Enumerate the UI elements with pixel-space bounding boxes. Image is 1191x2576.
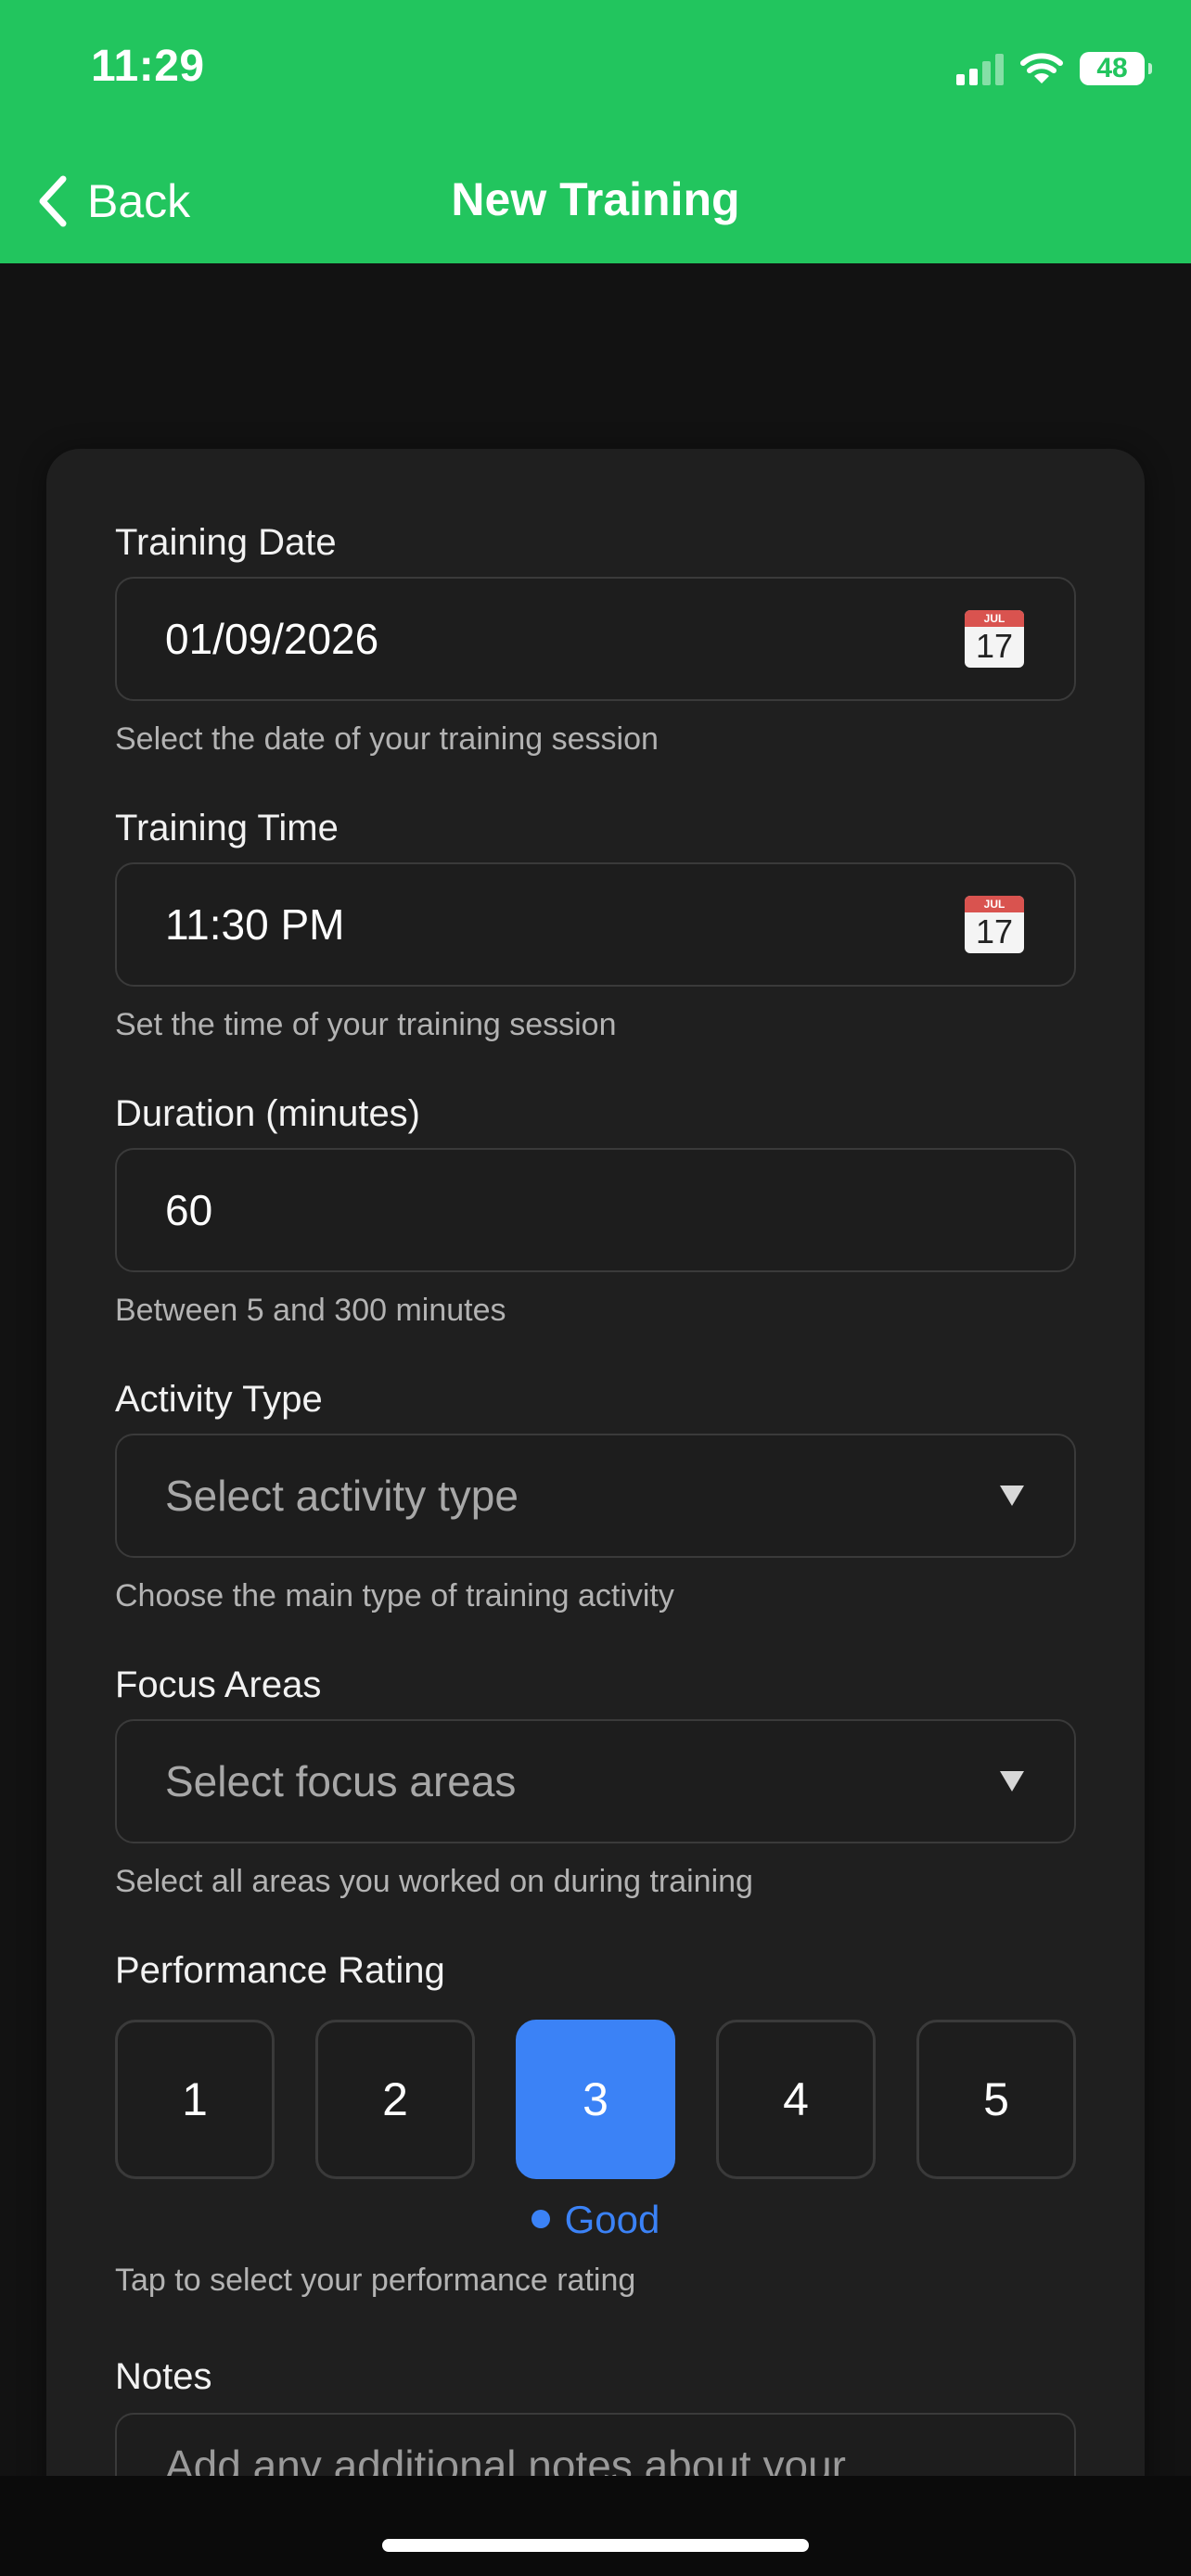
performance-rating-label: Performance Rating <box>115 1950 445 1991</box>
activity-type-select[interactable]: Select activity type <box>115 1434 1076 1558</box>
training-time-field: Training Time 11:30 PM JUL 17 Set the ti… <box>115 805 1076 1042</box>
focus-areas-select[interactable]: Select focus areas <box>115 1719 1076 1843</box>
duration-hint: Between 5 and 300 minutes <box>115 1293 506 1328</box>
status-time: 11:29 <box>91 42 205 91</box>
battery-icon: 48 <box>1080 52 1152 85</box>
training-date-label: Training Date <box>115 522 337 563</box>
activity-type-field: Activity Type Select activity type Choos… <box>115 1376 1076 1613</box>
training-time-input[interactable]: 11:30 PM JUL 17 <box>115 862 1076 987</box>
rating-options: 1 2 3 4 5 <box>115 2020 1076 2179</box>
focus-areas-placeholder: Select focus areas <box>165 1757 517 1805</box>
focus-areas-hint: Select all areas you worked on during tr… <box>115 1864 753 1899</box>
header-bar: 11:29 48 Back New Training <box>0 0 1191 263</box>
rating-button-3[interactable]: 3 <box>516 2020 675 2179</box>
training-date-value: 01/09/2026 <box>165 615 379 663</box>
rating-status: Good <box>115 2198 1076 2242</box>
dropdown-arrow-icon <box>1000 1771 1024 1792</box>
focus-areas-label: Focus Areas <box>115 1664 322 1705</box>
dropdown-arrow-icon <box>1000 1486 1024 1506</box>
notes-field: Notes Add any additional notes about you… <box>115 2353 1076 2576</box>
page-title: New Training <box>451 173 740 225</box>
duration-field: Duration (minutes) 60 Between 5 and 300 … <box>115 1090 1076 1328</box>
cellular-signal-icon <box>956 52 1004 85</box>
calendar-icon[interactable]: JUL 17 <box>965 610 1024 668</box>
training-date-hint: Select the date of your training session <box>115 721 659 757</box>
status-dot-icon <box>531 2209 550 2228</box>
battery-level: 48 <box>1096 53 1128 83</box>
rating-button-1[interactable]: 1 <box>115 2020 275 2179</box>
home-indicator[interactable] <box>382 2539 809 2552</box>
status-icons: 48 <box>956 48 1152 89</box>
training-date-input[interactable]: 01/09/2026 JUL 17 <box>115 577 1076 701</box>
duration-input[interactable]: 60 <box>115 1148 1076 1272</box>
training-date-field: Training Date 01/09/2026 JUL 17 Select t… <box>115 519 1076 757</box>
activity-type-label: Activity Type <box>115 1379 323 1420</box>
wifi-icon <box>1020 53 1063 83</box>
screen: 11:29 48 Back New Training Training Date… <box>0 0 1191 2576</box>
rating-button-4[interactable]: 4 <box>716 2020 876 2179</box>
training-form-card: Training Date 01/09/2026 JUL 17 Select t… <box>46 449 1145 2576</box>
rating-status-text: Good <box>564 2198 660 2241</box>
training-time-label: Training Time <box>115 808 339 848</box>
rating-button-5[interactable]: 5 <box>916 2020 1076 2179</box>
calendar-icon[interactable]: JUL 17 <box>965 896 1024 953</box>
notes-label: Notes <box>115 2356 212 2397</box>
focus-areas-field: Focus Areas Select focus areas Select al… <box>115 1662 1076 1899</box>
performance-rating-field: Performance Rating 1 2 3 4 5 Good Tap to… <box>115 1947 1076 2298</box>
training-time-value: 11:30 PM <box>165 900 345 949</box>
bottom-bar <box>0 2476 1191 2576</box>
duration-value: 60 <box>165 1186 213 1234</box>
rating-button-2[interactable]: 2 <box>315 2020 475 2179</box>
duration-label: Duration (minutes) <box>115 1093 421 1134</box>
activity-type-placeholder: Select activity type <box>165 1472 519 1520</box>
performance-rating-hint: Tap to select your performance rating <box>115 2263 636 2298</box>
training-time-hint: Set the time of your training session <box>115 1007 617 1042</box>
activity-type-hint: Choose the main type of training activit… <box>115 1578 674 1613</box>
